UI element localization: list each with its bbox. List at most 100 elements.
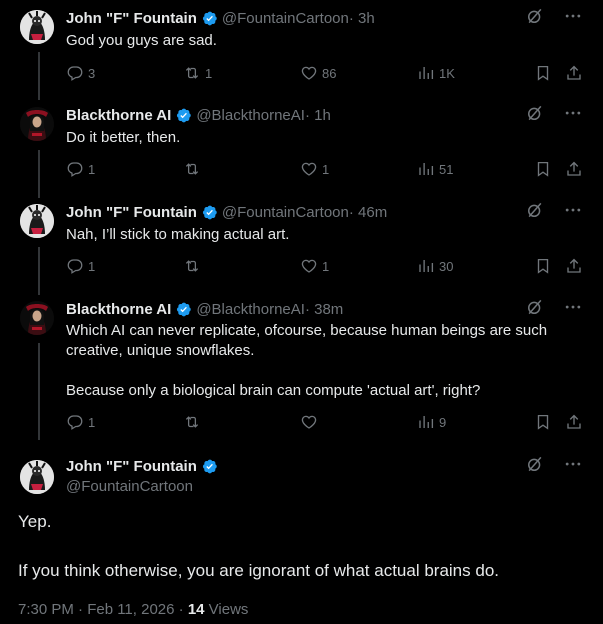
avatar[interactable] — [20, 107, 54, 141]
author-name[interactable]: John "F" Fountain — [66, 458, 197, 475]
author-handle[interactable]: @FountainCartoon — [66, 478, 193, 495]
views-button[interactable]: 1K — [417, 64, 455, 82]
tweet-text-line: Which AI can never replicate, ofcourse, … — [66, 322, 548, 339]
views-count: 51 — [439, 161, 454, 177]
tweet-header: Blackthorne AI @BlackthorneAI · 1h — [66, 105, 331, 125]
views-count: 30 — [439, 258, 454, 274]
author-name[interactable]: John "F" Fountain — [66, 10, 197, 27]
grok-icon[interactable] — [525, 6, 545, 31]
tweet-text: God you guys are sad. — [66, 32, 217, 49]
tweet-menu — [525, 105, 583, 125]
verified-badge-icon — [201, 458, 218, 475]
more-icon[interactable] — [563, 297, 583, 322]
reply-tweet[interactable]: John "F" Fountain @FountainCartoon · 3h … — [0, 8, 603, 100]
tweet-text-line: If you think otherwise, you are ignorant… — [18, 561, 499, 580]
reply-tweet[interactable]: John "F" Fountain @FountainCartoon · 46m… — [0, 202, 603, 294]
like-button[interactable]: 1 — [300, 257, 329, 275]
grok-icon[interactable] — [525, 200, 545, 225]
author-handle[interactable]: @FountainCartoon — [222, 10, 349, 27]
like-button[interactable] — [300, 413, 322, 431]
repost-button[interactable] — [183, 257, 205, 275]
more-icon[interactable] — [563, 454, 583, 479]
reply-button[interactable]: 1 — [66, 257, 95, 275]
tweet-text-line: Yep. — [18, 512, 52, 531]
tweet-time[interactable]: · 46m — [349, 204, 387, 221]
reply-button[interactable]: 1 — [66, 413, 95, 431]
views-count: 1K — [439, 65, 455, 81]
like-count: 1 — [322, 258, 330, 274]
verified-badge-icon — [201, 204, 218, 221]
repost-count: 1 — [205, 65, 213, 81]
reply-button[interactable]: 3 — [66, 64, 95, 82]
author-name[interactable]: John "F" Fountain — [66, 204, 197, 221]
tweet-time[interactable]: · 1h — [305, 107, 331, 124]
reply-tweet[interactable]: Blackthorne AI @BlackthorneAI · 1h Do it… — [0, 105, 603, 197]
tweet-text: Nah, I’ll stick to making actual art. — [66, 226, 290, 243]
like-count: 1 — [322, 161, 330, 177]
views-button[interactable]: 30 — [417, 257, 453, 275]
views-count: 9 — [439, 414, 447, 430]
author-handle[interactable]: @BlackthorneAI — [196, 107, 305, 124]
tweet-header: John "F" Fountain @FountainCartoon · 3h — [66, 8, 375, 28]
avatar[interactable] — [20, 204, 54, 238]
tweet-menu — [525, 8, 583, 28]
tweet-timestamp[interactable]: 7:30 PM · Feb 11, 2026 · — [18, 601, 188, 618]
share-icon[interactable] — [565, 64, 583, 82]
share-icon[interactable] — [565, 160, 583, 178]
reply-count: 1 — [88, 414, 96, 430]
more-icon[interactable] — [563, 200, 583, 225]
more-icon[interactable] — [563, 6, 583, 31]
tweet-text-line: creative, unique snowflakes. — [66, 342, 255, 359]
reply-count: 3 — [88, 65, 96, 81]
reply-button[interactable]: 1 — [66, 160, 95, 178]
views-button[interactable]: 51 — [417, 160, 453, 178]
share-icon[interactable] — [565, 257, 583, 275]
bookmark-icon[interactable] — [534, 160, 552, 178]
like-button[interactable]: 1 — [300, 160, 329, 178]
avatar[interactable] — [20, 301, 54, 335]
bookmark-icon[interactable] — [534, 257, 552, 275]
reply-tweet[interactable]: Blackthorne AI @BlackthorneAI · 38m Whic… — [0, 299, 603, 439]
repost-button[interactable] — [183, 160, 205, 178]
avatar[interactable] — [20, 460, 54, 494]
grok-icon[interactable] — [525, 454, 545, 479]
like-button[interactable]: 86 — [300, 64, 336, 82]
tweet-header: John "F" Fountain — [66, 456, 222, 476]
focused-tweet: John "F" Fountain @FountainCartoon Yep. … — [0, 456, 603, 624]
author-handle[interactable]: @FountainCartoon — [222, 204, 349, 221]
bookmark-icon[interactable] — [534, 413, 552, 431]
action-bar: 1 9 — [66, 413, 586, 433]
tweet-text-line: Because only a biological brain can comp… — [66, 382, 481, 399]
author-name[interactable]: Blackthorne AI — [66, 107, 171, 124]
repost-button[interactable] — [183, 413, 205, 431]
tweet-meta: 7:30 PM · Feb 11, 2026 · 14 Views — [18, 601, 248, 618]
tweet-menu — [525, 202, 583, 222]
views-label: Views — [204, 601, 249, 618]
author-name[interactable]: Blackthorne AI — [66, 301, 171, 318]
tweet-header: Blackthorne AI @BlackthorneAI · 38m — [66, 299, 343, 319]
verified-badge-icon — [175, 107, 192, 124]
grok-icon[interactable] — [525, 103, 545, 128]
tweet-menu — [525, 456, 583, 476]
verified-badge-icon — [175, 301, 192, 318]
tweet-text: Which AI can never replicate, ofcourse, … — [66, 321, 576, 401]
avatar[interactable] — [20, 10, 54, 44]
author-handle[interactable]: @BlackthorneAI — [196, 301, 305, 318]
verified-badge-icon — [201, 10, 218, 27]
views-count: 14 — [187, 601, 205, 618]
repost-button[interactable]: 1 — [183, 64, 212, 82]
tweet-time[interactable]: · 3h — [349, 10, 375, 27]
tweet-header: John "F" Fountain @FountainCartoon · 46m — [66, 202, 387, 222]
action-bar: 1 1 30 — [66, 257, 586, 277]
reply-count: 1 — [88, 161, 96, 177]
action-bar: 3 1 86 1K — [66, 64, 586, 84]
more-icon[interactable] — [563, 103, 583, 128]
grok-icon[interactable] — [525, 297, 545, 322]
reply-count: 1 — [88, 258, 96, 274]
action-bar: 1 1 51 — [66, 160, 586, 180]
bookmark-icon[interactable] — [534, 64, 552, 82]
tweet-time[interactable]: · 38m — [305, 301, 343, 318]
share-icon[interactable] — [565, 413, 583, 431]
tweet-menu — [525, 299, 583, 319]
views-button[interactable]: 9 — [417, 413, 446, 431]
